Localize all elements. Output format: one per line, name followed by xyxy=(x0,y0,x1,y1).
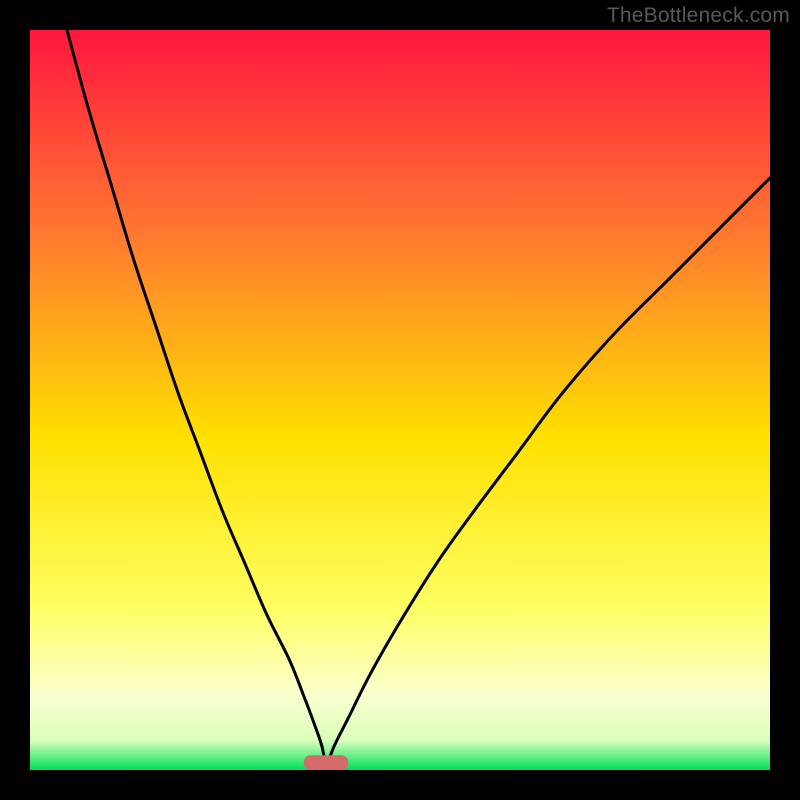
watermark-text: TheBottleneck.com xyxy=(607,4,790,28)
plot-area xyxy=(30,30,770,770)
plot-svg xyxy=(30,30,770,770)
chart-frame: TheBottleneck.com xyxy=(0,0,800,800)
minimum-marker xyxy=(304,755,348,770)
gradient-background xyxy=(30,30,770,770)
